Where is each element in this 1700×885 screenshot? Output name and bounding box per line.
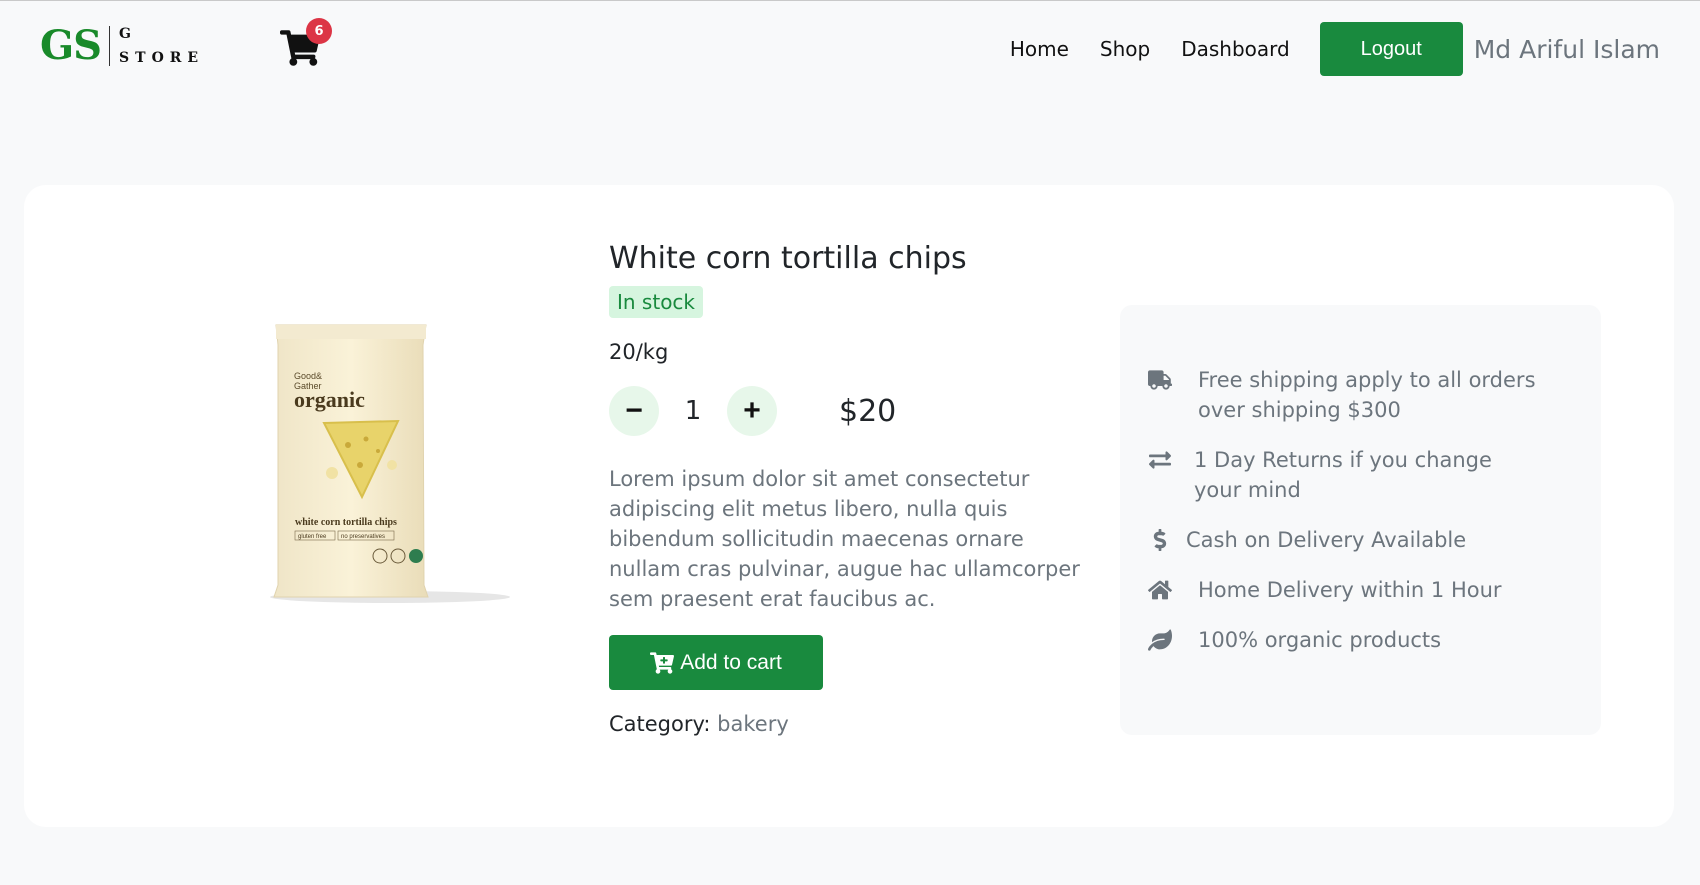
feature-item-shipping: Free shipping apply to all orders over s…: [1148, 365, 1573, 425]
leaf-icon: [1148, 625, 1172, 655]
main-nav: Home Shop Dashboard Logout Md Ariful Isl…: [979, 22, 1660, 76]
increment-button[interactable]: +: [727, 386, 777, 436]
chip-speck: [357, 462, 363, 468]
site-header: GS G STORE 6 Home Shop Dashboard Logout …: [0, 0, 1700, 100]
bag-brand-small: Good&: [294, 371, 322, 381]
feature-item-organic: 100% organic products: [1148, 625, 1573, 655]
nav-link-dashboard[interactable]: Dashboard: [1181, 37, 1290, 61]
product-title: White corn tortilla chips: [609, 241, 967, 276]
logo-wordmark: G STORE: [119, 26, 204, 66]
chip-crumb: [326, 467, 338, 479]
bag-brand-large: organic: [294, 387, 365, 412]
chip-speck: [376, 449, 380, 453]
chip-speck: [345, 442, 351, 448]
feature-item-delivery: Home Delivery within 1 Hour: [1148, 575, 1573, 605]
product-unit: 20/kg: [609, 340, 669, 364]
features-panel: Free shipping apply to all orders over s…: [1120, 305, 1601, 735]
truck-icon: [1148, 365, 1172, 395]
logo-mark: GS: [40, 22, 102, 69]
feature-item-returns: 1 Day Returns if you change your mind: [1148, 445, 1573, 505]
feature-text: Cash on Delivery Available: [1186, 528, 1467, 552]
chip-speck: [363, 436, 369, 442]
bag-tag-2: no preservatives: [341, 534, 385, 540]
product-category: Category: bakery: [609, 712, 1109, 736]
add-to-cart-label: Add to cart: [680, 650, 782, 674]
add-to-cart-button[interactable]: Add to cart: [609, 635, 823, 690]
stock-badge: In stock: [609, 286, 704, 318]
cart-count-badge: 6: [306, 18, 332, 44]
product-price: $20: [839, 393, 897, 429]
logo[interactable]: GS G STORE: [40, 24, 204, 68]
bag-tag-1: gluten free: [298, 534, 327, 540]
exchange-icon: [1148, 445, 1172, 475]
feature-text: Home Delivery within 1 Hour: [1198, 578, 1502, 602]
logo-divider: [109, 26, 111, 66]
product-info: White corn tortilla chips In stock 20/kg…: [609, 241, 1109, 736]
nav-link-home[interactable]: Home: [1010, 37, 1069, 61]
bag-seal: [276, 325, 426, 339]
feature-text: 100% organic products: [1198, 628, 1442, 652]
cart-plus-icon: [650, 651, 675, 674]
bag-cert-icon: [409, 549, 423, 563]
logout-button[interactable]: Logout: [1319, 22, 1463, 76]
category-value[interactable]: bakery: [717, 712, 789, 736]
cart-button[interactable]: 6: [280, 18, 332, 70]
logo-line-1: G: [119, 26, 132, 42]
feature-text: 1 Day Returns if you change your mind: [1194, 448, 1492, 502]
user-name: Md Ariful Islam: [1473, 34, 1660, 64]
feature-item-cod: Cash on Delivery Available: [1148, 525, 1573, 555]
home-icon: [1148, 575, 1172, 605]
dollar-icon: [1148, 525, 1172, 555]
nav-link-shop[interactable]: Shop: [1100, 37, 1150, 61]
product-card: Good& Gather organic white corn tortilla…: [24, 185, 1674, 827]
quantity-value: 1: [684, 396, 702, 426]
quantity-stepper: − 1 + $20: [609, 386, 1109, 436]
chip-crumb: [387, 460, 397, 470]
category-label: Category:: [609, 712, 711, 736]
logo-line-2: STORE: [119, 50, 205, 66]
product-description: Lorem ipsum dolor sit amet consectetur a…: [609, 467, 1080, 611]
product-image: Good& Gather organic white corn tortilla…: [270, 324, 510, 603]
feature-text: Free shipping apply to all orders over s…: [1198, 368, 1536, 422]
decrement-button[interactable]: −: [609, 386, 659, 436]
bag-product-name: white corn tortilla chips: [295, 517, 397, 528]
